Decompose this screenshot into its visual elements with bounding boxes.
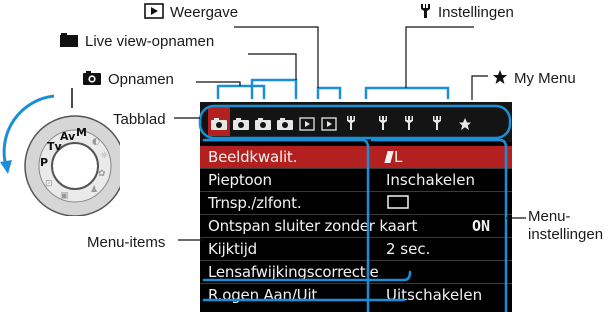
leader-lines	[174, 26, 526, 312]
